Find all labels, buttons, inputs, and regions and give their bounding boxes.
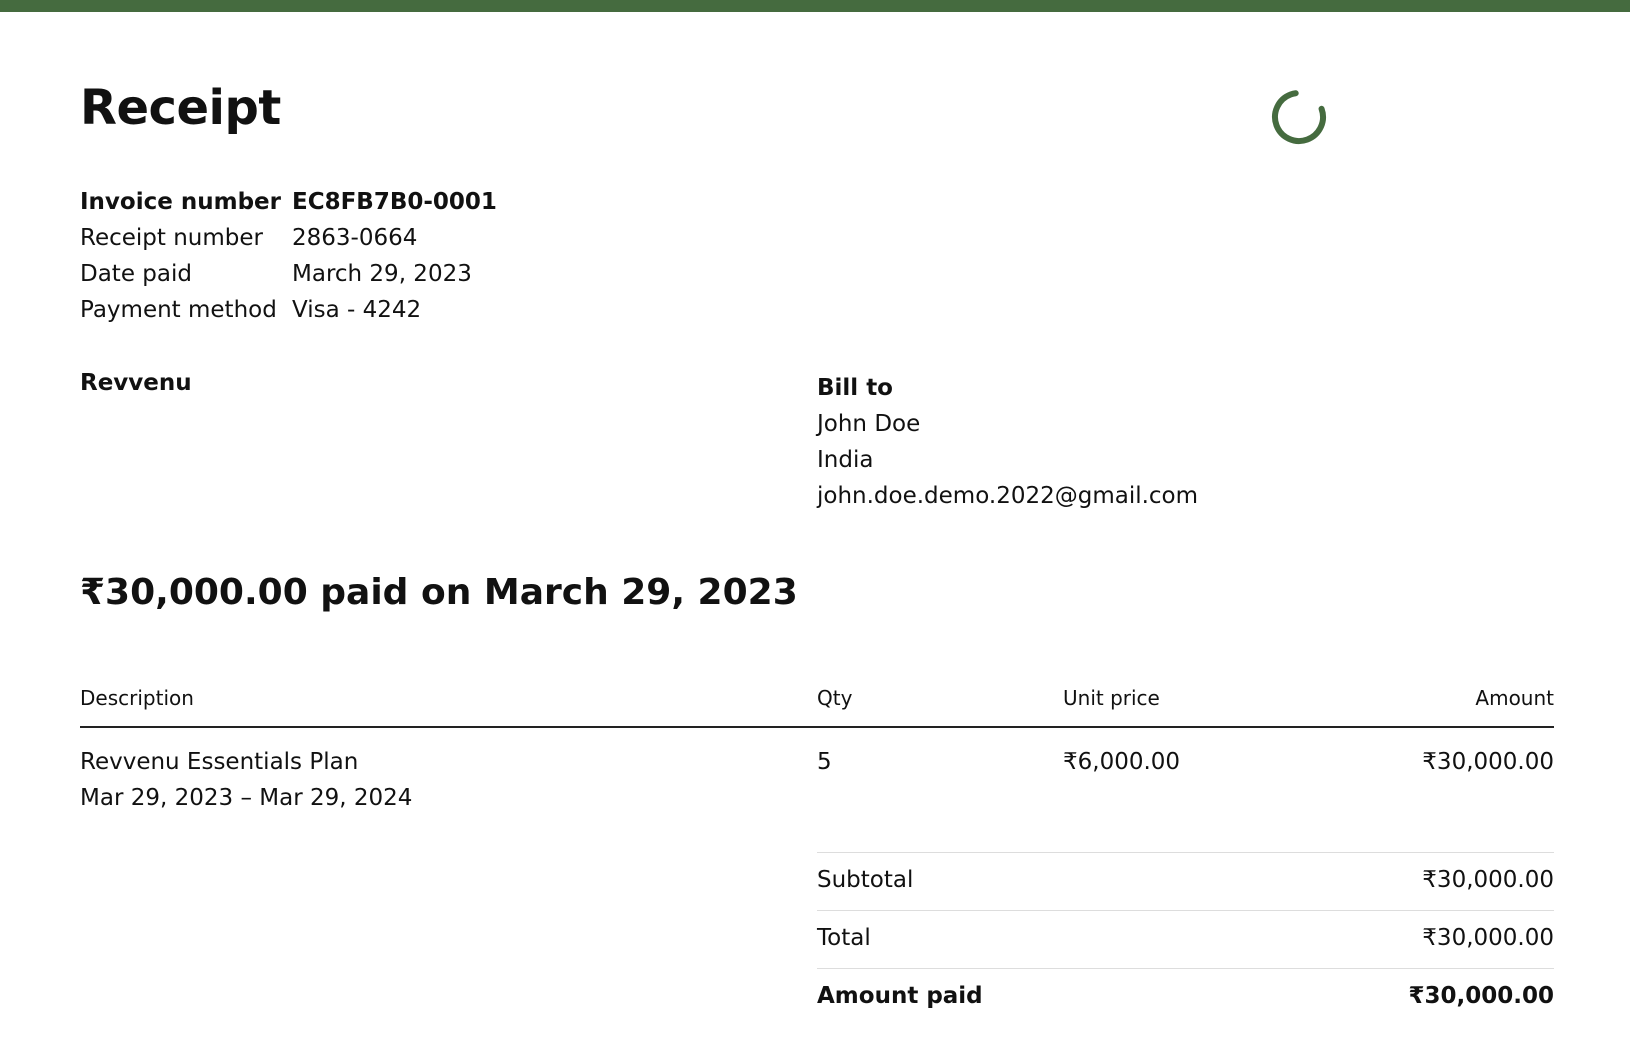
bill-to-block: Bill to John Doe India john.doe.demo.202…	[817, 370, 1198, 514]
meta-label: Payment method	[80, 297, 277, 323]
meta-row-payment-method: Payment method Visa - 4242	[80, 292, 497, 328]
item-description: Revvenu Essentials Plan	[80, 749, 359, 775]
amount-paid-row: Amount paid ₹30,000.00	[817, 968, 1554, 1026]
item-description-cell: Revvenu Essentials Plan Mar 29, 2023 – M…	[80, 744, 412, 816]
receipt-meta: Invoice number EC8FB7B0-0001 Receipt num…	[80, 184, 497, 328]
header-qty: Qty	[817, 686, 853, 710]
item-unit-price: ₹6,000.00	[1063, 749, 1181, 775]
loading-spinner-icon	[1272, 90, 1326, 144]
receipt-page: Receipt Invoice number EC8FB7B0-0001 Rec…	[80, 0, 1554, 1050]
total-row: Total ₹30,000.00	[817, 910, 1554, 968]
bill-to-heading: Bill to	[817, 375, 893, 401]
item-amount: ₹30,000.00	[1422, 749, 1554, 775]
subtotal-label: Subtotal	[817, 867, 914, 893]
subtotal-row: Subtotal ₹30,000.00	[817, 852, 1554, 910]
amount-paid-value: ₹30,000.00	[1408, 983, 1554, 1009]
header-unit-price: Unit price	[1063, 686, 1160, 710]
item-period: Mar 29, 2023 – Mar 29, 2024	[80, 785, 413, 811]
meta-row-receipt-number: Receipt number 2863-0664	[80, 220, 497, 256]
bill-to-country: India	[817, 447, 874, 473]
meta-label: Receipt number	[80, 225, 263, 251]
paid-headline: ₹30,000.00 paid on March 29, 2023	[80, 572, 798, 613]
seller-name: Revvenu	[80, 370, 192, 396]
header-amount: Amount	[1475, 686, 1554, 710]
meta-row-invoice-number: Invoice number EC8FB7B0-0001	[80, 184, 497, 220]
meta-value: Visa - 4242	[292, 297, 422, 323]
total-label: Total	[817, 925, 871, 951]
amount-paid-label: Amount paid	[817, 983, 983, 1009]
bill-to-name: John Doe	[817, 411, 921, 437]
item-qty: 5	[817, 749, 832, 775]
table-header: Description Qty Unit price Amount	[80, 676, 1554, 728]
totals-block: Subtotal ₹30,000.00 Total ₹30,000.00 Amo…	[817, 852, 1554, 1026]
meta-value: EC8FB7B0-0001	[292, 189, 497, 215]
meta-label: Invoice number	[80, 189, 281, 215]
meta-value: 2863-0664	[292, 225, 418, 251]
meta-label: Date paid	[80, 261, 192, 287]
total-value: ₹30,000.00	[1422, 925, 1554, 951]
bill-to-email: john.doe.demo.2022@gmail.com	[817, 483, 1199, 509]
header-description: Description	[80, 686, 194, 710]
page-title: Receipt	[80, 80, 281, 136]
subtotal-value: ₹30,000.00	[1422, 867, 1554, 893]
meta-value: March 29, 2023	[292, 261, 472, 287]
meta-row-date-paid: Date paid March 29, 2023	[80, 256, 497, 292]
